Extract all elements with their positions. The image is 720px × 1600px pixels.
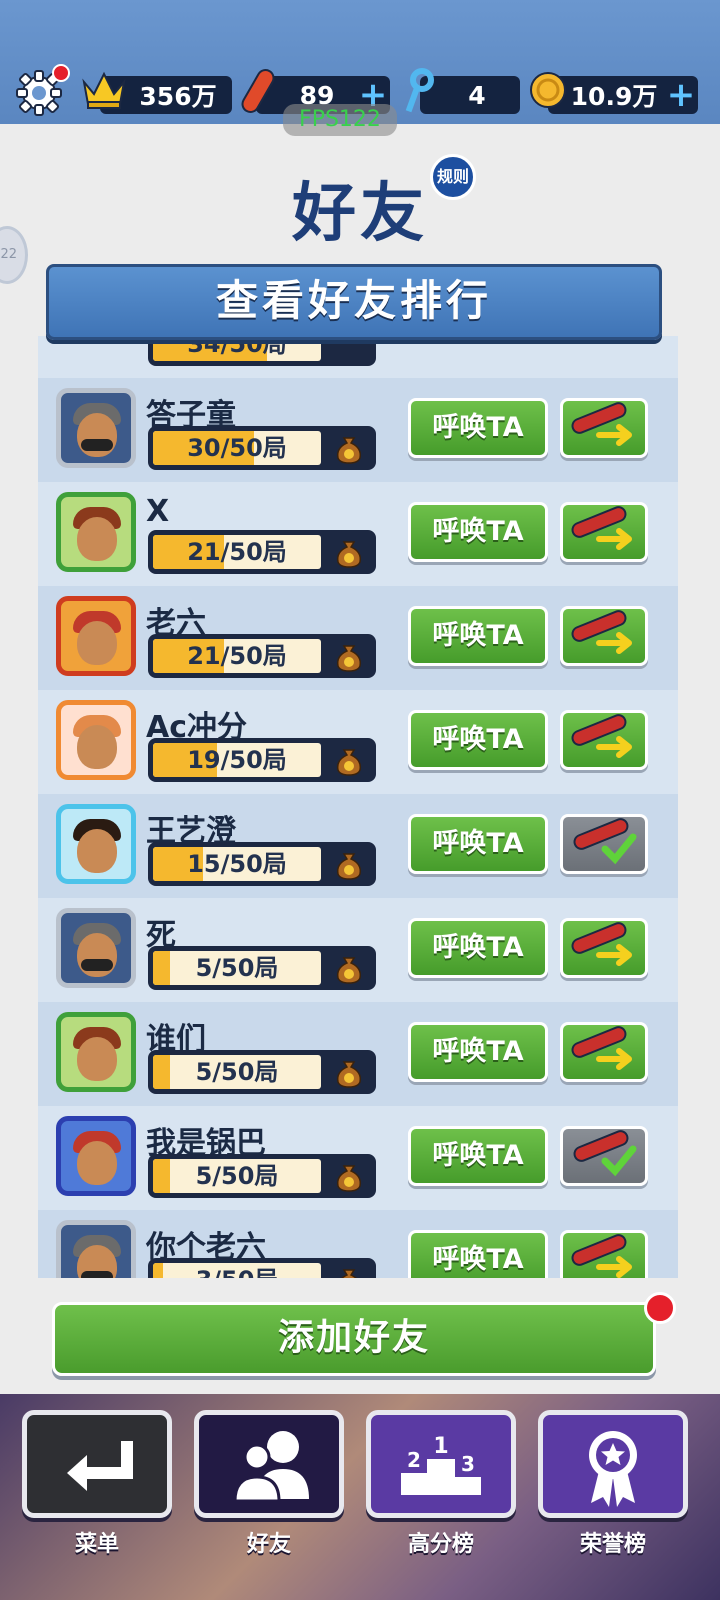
list-item: 你个老六3/50局呼唤TA xyxy=(38,1210,678,1278)
money-bag-icon xyxy=(336,853,362,880)
list-item: 老六 21/50局 呼唤TA xyxy=(38,586,678,690)
call-friend-button[interactable]: 呼唤TA xyxy=(408,398,548,458)
list-item-partial: 34/50局 xyxy=(38,336,678,378)
view-friend-ranking-button[interactable]: 查看好友排行 xyxy=(46,264,662,340)
podium-icon: 1 2 3 xyxy=(401,1434,481,1495)
money-bag-icon xyxy=(336,957,362,984)
friend-avatar[interactable] xyxy=(56,596,136,676)
call-friend-button[interactable]: 呼唤TA xyxy=(408,1126,548,1186)
key-icon xyxy=(400,68,438,118)
bottom-navigation: 菜单 好友 1 2 3 高分榜 荣誉榜 xyxy=(0,1394,720,1600)
list-item: Ac冲分 19/50局 呼唤TA xyxy=(38,690,678,794)
nav-highscore-button[interactable]: 1 2 3 xyxy=(366,1410,516,1518)
progress-bar: 5/50局 xyxy=(148,946,376,990)
friend-avatar[interactable] xyxy=(56,388,136,468)
nav-highscore-label: 高分榜 xyxy=(407,1532,474,1557)
return-arrow-icon xyxy=(67,1441,133,1491)
money-bag-icon xyxy=(336,749,362,776)
list-item: 王艺澄 15/50局 呼唤TA xyxy=(38,794,678,898)
send-gift-button[interactable] xyxy=(560,398,648,458)
friends-list[interactable]: 34/50局 答子童 30/50局 呼唤TA X 21/50局 呼唤TA 老六 21/50局呼… xyxy=(38,336,678,1278)
progress-text: 19/50局 xyxy=(187,746,287,774)
svg-text:3: 3 xyxy=(461,1452,475,1476)
money-bag-icon xyxy=(336,437,362,464)
call-friend-button[interactable]: 呼唤TA xyxy=(408,606,548,666)
progress-text: 5/50局 xyxy=(195,954,279,982)
nav-honor-label: 荣誉榜 xyxy=(579,1532,646,1557)
friend-avatar[interactable] xyxy=(56,492,136,572)
settings-notification-dot xyxy=(52,64,70,82)
progress-bar: 5/50局 xyxy=(148,1050,376,1094)
send-gift-button[interactable] xyxy=(560,1022,648,1082)
svg-text:1: 1 xyxy=(433,1434,448,1459)
progress-text: 21/50局 xyxy=(187,538,287,566)
list-item: 我是锅巴 5/50局 呼唤TA xyxy=(38,1106,678,1210)
list-item: 答子童 30/50局 呼唤TA xyxy=(38,378,678,482)
money-bag-icon xyxy=(341,1269,357,1278)
friend-avatar[interactable] xyxy=(56,700,136,780)
money-bag-icon xyxy=(336,1061,362,1088)
progress-bar: 3/50局 xyxy=(148,1258,376,1278)
progress-bar: 34/50局 xyxy=(148,336,376,366)
add-friend-button[interactable]: 添加好友 xyxy=(52,1302,656,1376)
progress-text: 3/50局 xyxy=(153,1263,321,1278)
friend-avatar[interactable] xyxy=(56,908,136,988)
progress-bar: 5/50局 xyxy=(148,1154,376,1198)
nav-friends-label: 好友 xyxy=(246,1532,291,1557)
call-friend-button[interactable]: 呼唤TA xyxy=(408,710,548,770)
friend-avatar[interactable] xyxy=(56,804,136,884)
progress-bar: 19/50局 xyxy=(148,738,376,782)
progress-bar: 15/50局 xyxy=(148,842,376,886)
nav-friends-button[interactable] xyxy=(194,1410,344,1518)
crown-icon xyxy=(80,68,128,116)
send-gift-button[interactable] xyxy=(560,710,648,770)
friend-name: X xyxy=(146,494,170,529)
progress-bar: 21/50局 xyxy=(148,634,376,678)
list-item: 死 5/50局 呼唤TA xyxy=(38,898,678,1002)
gift-sent-button[interactable] xyxy=(560,814,648,874)
friend-avatar[interactable] xyxy=(56,1012,136,1092)
add-friend-notification-dot xyxy=(644,1292,676,1324)
friend-avatar[interactable] xyxy=(56,1220,136,1278)
add-coins-button[interactable]: + xyxy=(664,78,698,112)
progress-bar: 21/50局 xyxy=(148,530,376,574)
send-gift-button[interactable] xyxy=(560,606,648,666)
call-friend-button[interactable]: 呼唤TA xyxy=(408,918,548,978)
gift-sent-button[interactable] xyxy=(560,1126,648,1186)
send-gift-button[interactable] xyxy=(560,918,648,978)
progress-text: 5/50局 xyxy=(195,1058,279,1086)
fps-counter: FPS122 xyxy=(283,104,397,136)
call-friend-button[interactable]: 呼唤TA xyxy=(408,1230,548,1278)
progress-text: 21/50局 xyxy=(187,642,287,670)
page-title: 好友 xyxy=(292,177,428,251)
nav-menu-label: 菜单 xyxy=(74,1532,119,1557)
svg-text:2: 2 xyxy=(407,1448,421,1472)
coin-counter: 10.9万 + xyxy=(548,76,698,114)
friends-icon xyxy=(233,1431,309,1503)
call-friend-button[interactable]: 呼唤TA xyxy=(408,1022,548,1082)
progress-bar: 30/50局 xyxy=(148,426,376,470)
progress-text: 30/50局 xyxy=(187,434,287,462)
hoverboard-icon xyxy=(236,66,282,120)
award-ribbon-icon xyxy=(589,1431,637,1507)
money-bag-icon xyxy=(336,541,362,568)
nav-honor-button[interactable] xyxy=(538,1410,688,1518)
list-item: X 21/50局 呼唤TA xyxy=(38,482,678,586)
progress-text: 5/50局 xyxy=(195,1162,279,1190)
send-gift-button[interactable] xyxy=(560,1230,648,1278)
call-friend-button[interactable]: 呼唤TA xyxy=(408,502,548,562)
rules-button[interactable]: 规则 xyxy=(430,154,476,200)
progress-text: 15/50局 xyxy=(187,850,287,878)
coin-icon xyxy=(528,70,568,114)
send-gift-button[interactable] xyxy=(560,502,648,562)
money-bag-icon xyxy=(336,645,362,672)
friend-avatar[interactable] xyxy=(56,1116,136,1196)
call-friend-button[interactable]: 呼唤TA xyxy=(408,814,548,874)
money-bag-icon xyxy=(336,1165,362,1192)
nav-menu-button[interactable] xyxy=(22,1410,172,1518)
list-item: 谁们 5/50局 呼唤TA xyxy=(38,1002,678,1106)
